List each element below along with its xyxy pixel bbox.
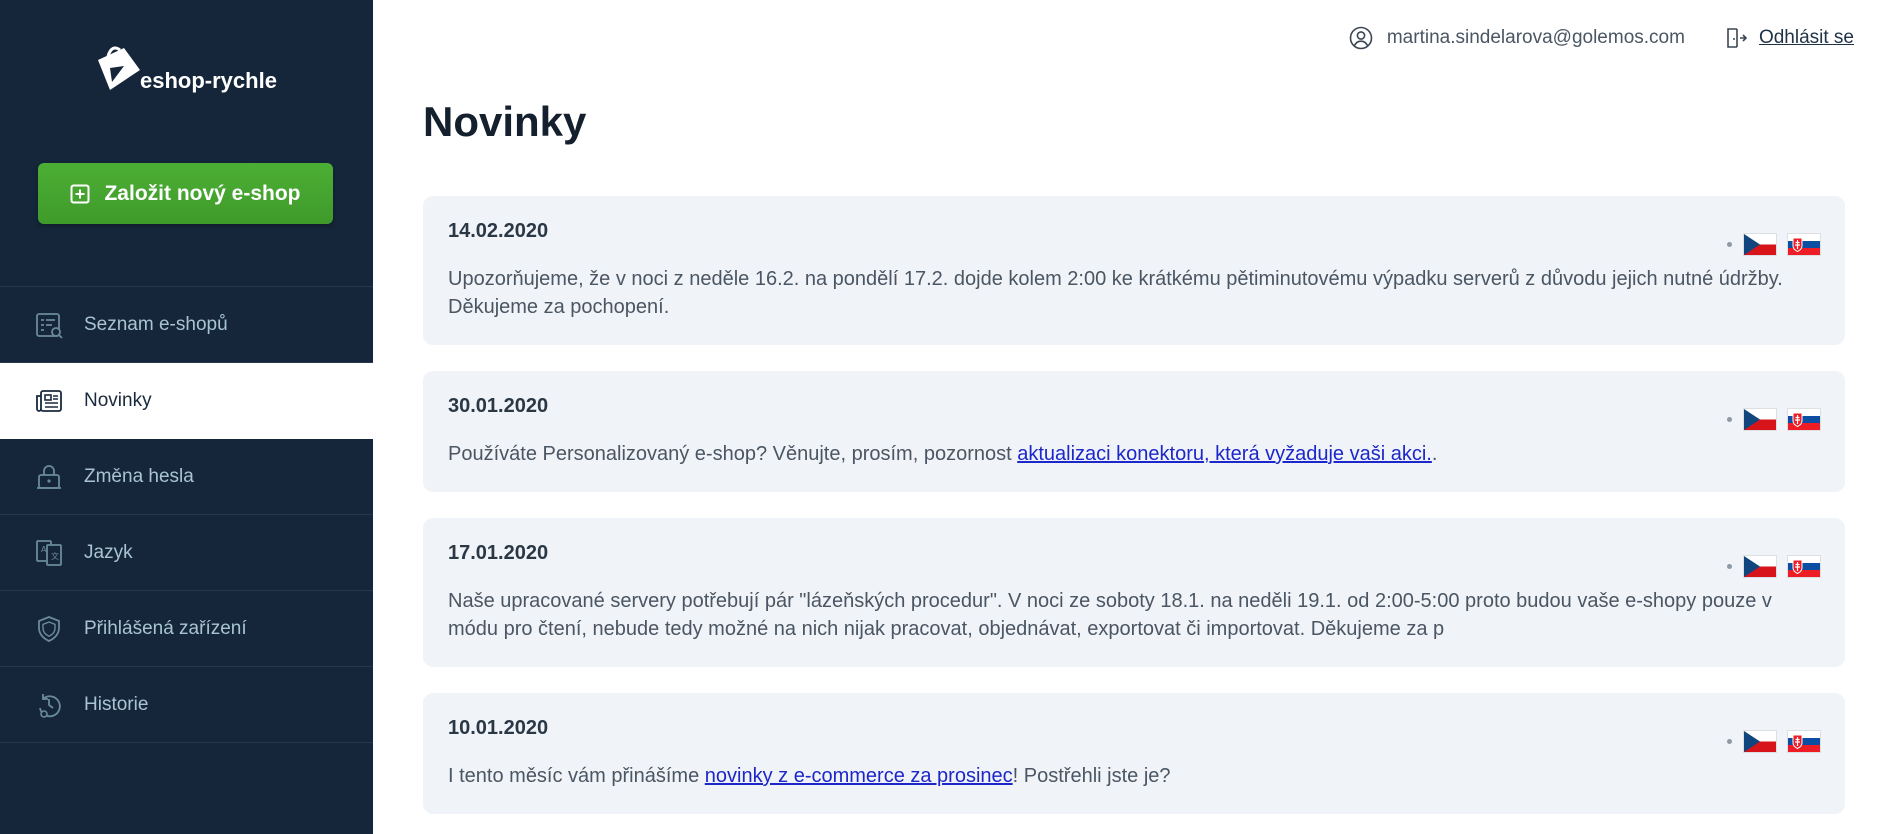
- news-date: 10.01.2020: [448, 717, 549, 739]
- language-flags: [1727, 556, 1820, 577]
- news-list: 14.02.2020 Upozorňujeme, že v noci z ned…: [423, 196, 1845, 834]
- top-bar: martina.sindelarova@golemos.com Odhlásit…: [1349, 26, 1854, 50]
- shop-list-icon: [34, 310, 64, 340]
- new-eshop-label: Založit nový e-shop: [104, 181, 301, 205]
- slovak-flag-icon[interactable]: [1788, 234, 1820, 255]
- sidebar-item-language[interactable]: A文 Jazyk: [0, 515, 373, 591]
- sidebar-item-label: Novinky: [84, 389, 152, 411]
- newspaper-icon: [34, 386, 64, 416]
- user-email: martina.sindelarova@golemos.com: [1386, 27, 1685, 48]
- news-text: Naše upracované servery potřebují pár "l…: [448, 590, 1772, 640]
- news-text: Upozorňujeme, že v noci z neděle 16.2. n…: [448, 268, 1783, 318]
- news-link[interactable]: aktualizaci konektoru, která vyžaduje va…: [1017, 443, 1432, 465]
- sidebar-item-label: Změna hesla: [84, 465, 194, 487]
- svg-text:文: 文: [51, 551, 59, 561]
- logout-icon: [1727, 28, 1747, 48]
- sidebar-item-news[interactable]: Novinky: [0, 363, 373, 439]
- language-flags: [1727, 731, 1820, 752]
- sidebar-item-label: Přihlášená zařízení: [84, 617, 247, 639]
- history-icon: [34, 690, 64, 720]
- news-text-after: .: [1431, 443, 1438, 465]
- sidebar-item-change-password[interactable]: Změna hesla: [0, 439, 373, 515]
- bullet-dot: [1727, 417, 1732, 422]
- user-circle-icon: [1349, 26, 1373, 50]
- language-flags: [1727, 409, 1820, 430]
- sidebar: eshop-rychle Založit nový e-shop Seznam …: [0, 0, 373, 834]
- czech-flag-icon[interactable]: [1744, 556, 1776, 577]
- slovak-flag-icon[interactable]: [1788, 409, 1820, 430]
- language-flags: [1727, 234, 1820, 255]
- page-title: Novinky: [423, 98, 587, 145]
- language-icon: A文: [34, 538, 64, 568]
- sidebar-item-label: Historie: [84, 693, 149, 715]
- sidebar-item-history[interactable]: Historie: [0, 667, 373, 743]
- sidebar-item-label: Jazyk: [84, 541, 133, 563]
- news-link[interactable]: novinky z e-commerce za prosinec: [705, 765, 1013, 787]
- bullet-dot: [1727, 242, 1732, 247]
- news-card: 14.02.2020 Upozorňujeme, že v noci z ned…: [423, 196, 1845, 345]
- main-content: martina.sindelarova@golemos.com Odhlásit…: [373, 0, 1882, 834]
- logout-label: Odhlásit se: [1758, 27, 1854, 48]
- news-text: I tento měsíc vám přinášíme novinky z e-…: [448, 762, 1820, 790]
- news-text-before: I tento měsíc vám přinášíme: [448, 765, 705, 787]
- news-card: 10.01.2020 I tento měsíc vám přinášíme n…: [423, 693, 1845, 814]
- czech-flag-icon[interactable]: [1744, 234, 1776, 255]
- sidebar-item-devices[interactable]: Přihlášená zařízení: [0, 591, 373, 667]
- czech-flag-icon[interactable]: [1744, 409, 1776, 430]
- slovak-flag-icon[interactable]: [1788, 731, 1820, 752]
- new-eshop-button[interactable]: Založit nový e-shop: [38, 163, 333, 224]
- logo-text: eshop-rychle: [140, 68, 277, 93]
- news-card: 30.01.2020 Používáte Personalizovaný e-s…: [423, 371, 1845, 492]
- sidebar-item-eshop-list[interactable]: Seznam e-shopů: [0, 287, 373, 363]
- logo[interactable]: eshop-rychle: [90, 38, 277, 100]
- lock-icon: [34, 462, 64, 492]
- news-date: 30.01.2020: [448, 395, 549, 417]
- news-date: 14.02.2020: [448, 220, 549, 242]
- plus-square-icon: [70, 184, 90, 203]
- news-text-before: Používáte Personalizovaný e-shop? Věnujt…: [448, 443, 1018, 465]
- news-text: Používáte Personalizovaný e-shop? Věnujt…: [448, 440, 1820, 468]
- czech-flag-icon[interactable]: [1744, 731, 1776, 752]
- slovak-flag-icon[interactable]: [1788, 556, 1820, 577]
- news-text-after: ! Postřehli jste je?: [1012, 765, 1171, 787]
- app: eshop-rychle Založit nový e-shop Seznam …: [0, 0, 1882, 834]
- bullet-dot: [1727, 739, 1732, 744]
- svg-text:A: A: [41, 545, 47, 554]
- bullet-dot: [1727, 564, 1732, 569]
- logout-link[interactable]: Odhlásit se: [1723, 26, 1854, 50]
- sidebar-nav: Seznam e-shopů Novinky Změna hesla A文 Ja…: [0, 286, 373, 743]
- shield-icon: [34, 614, 64, 644]
- user-info: martina.sindelarova@golemos.com: [1349, 26, 1685, 50]
- sidebar-item-label: Seznam e-shopů: [84, 313, 228, 335]
- news-card: 17.01.2020 Naše upracované servery potře…: [423, 518, 1845, 667]
- news-date: 17.01.2020: [448, 542, 549, 564]
